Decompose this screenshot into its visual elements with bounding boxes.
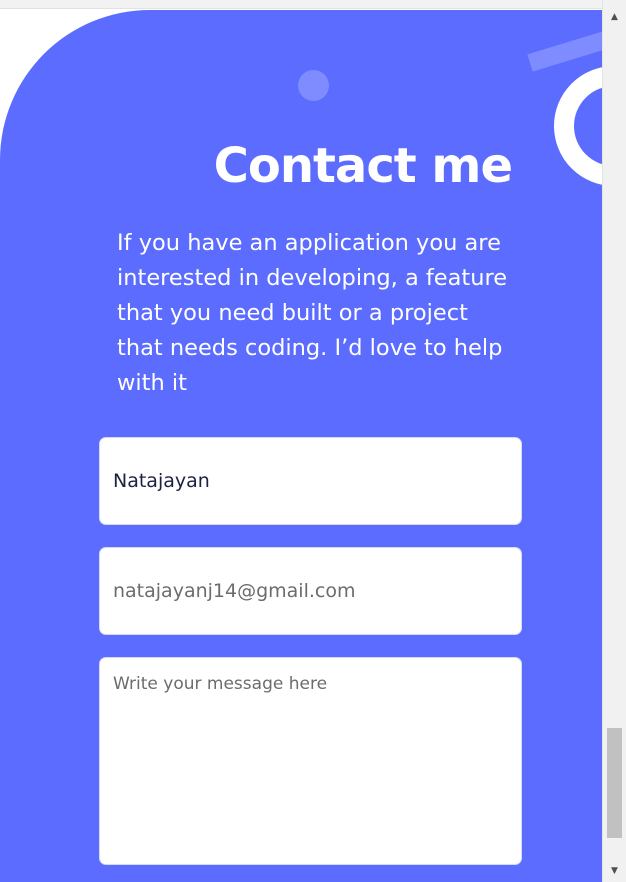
scroll-thumb[interactable] — [607, 728, 622, 838]
scroll-down-arrow-icon[interactable]: ▼ — [603, 862, 626, 880]
contact-description: If you have an application you are inter… — [117, 230, 508, 396]
decorative-dot — [298, 70, 329, 101]
decorative-bar — [527, 28, 602, 72]
name-input[interactable] — [99, 437, 522, 525]
message-textarea[interactable] — [99, 657, 522, 865]
vertical-scrollbar[interactable]: ▲ ▼ — [602, 0, 626, 882]
decorative-ring — [554, 66, 602, 186]
scroll-up-arrow-icon[interactable]: ▲ — [603, 8, 626, 26]
page-viewport: Contact me If you have an application yo… — [0, 0, 602, 882]
contact-title: Contact me — [213, 138, 513, 194]
top-edge — [0, 0, 602, 9]
email-input[interactable] — [99, 547, 522, 635]
